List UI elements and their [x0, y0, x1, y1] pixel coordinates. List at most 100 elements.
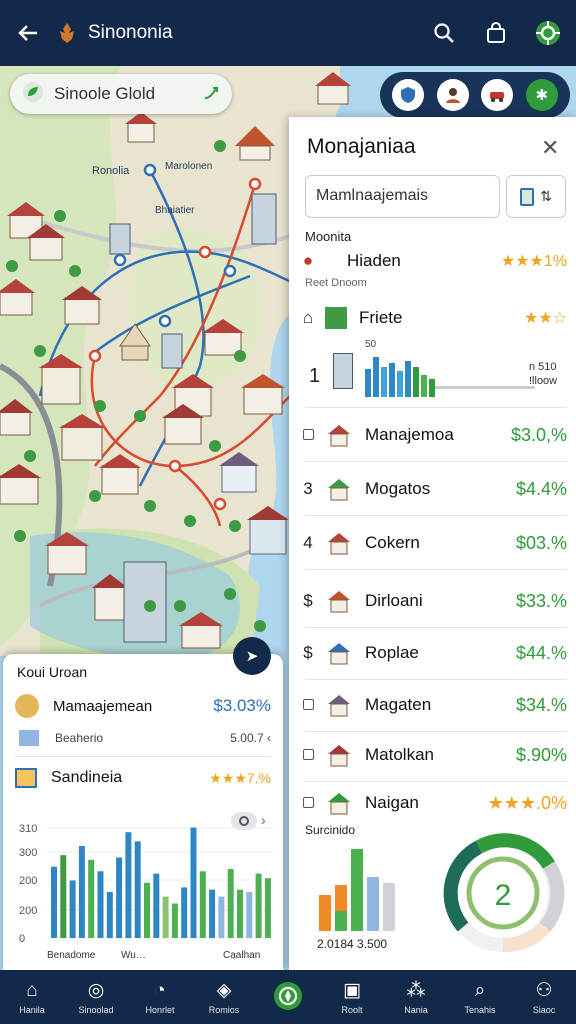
summary-bar-chart: [319, 849, 395, 931]
row-rank: [299, 745, 317, 765]
nav-item[interactable]: ⌕ Tenahis: [450, 979, 510, 1015]
route-icon[interactable]: [202, 83, 220, 106]
filter-icon: [520, 187, 535, 206]
checkbox-icon[interactable]: [302, 429, 314, 440]
chart-note-1: n 510: [529, 361, 557, 373]
row-thumbnail-icon: [325, 741, 353, 769]
settings-icon[interactable]: [532, 17, 564, 49]
chart-bar: [209, 889, 216, 938]
gauge-chart: 2: [443, 833, 565, 953]
checkbox-icon[interactable]: [302, 749, 314, 760]
row-thumbnail-icon: [325, 475, 353, 503]
row-thumbnail-icon: [325, 587, 353, 615]
vehicle-icon[interactable]: [481, 79, 514, 111]
profile-icon: ⚇: [535, 980, 553, 1001]
chart-bar: [134, 841, 141, 938]
shield-icon[interactable]: [392, 79, 425, 111]
row-name: Roplae: [365, 643, 419, 662]
row-name: Manajemoa: [365, 425, 454, 444]
mini-chart: 1 50 n 510 !lloow: [305, 339, 567, 401]
checkbox-icon[interactable]: [302, 797, 314, 808]
map-locate-button[interactable]: ➤: [233, 637, 271, 675]
y-tick-label: 300: [19, 847, 37, 859]
chart-bar: [246, 892, 253, 938]
app-logo-icon: [54, 17, 80, 49]
details-panel: Monajaniaa ✕ Mamlnaajemais ⇅ Moonita ● H…: [289, 117, 576, 970]
row-value: ★★★.0%: [487, 792, 567, 813]
nav-item[interactable]: ⁂ Nania: [386, 979, 446, 1015]
ranking-row[interactable]: Naigan ★★★.0%: [299, 781, 567, 825]
ranking-row[interactable]: 4 Cokern $03.%: [299, 521, 567, 565]
profile-avatar-icon[interactable]: [436, 79, 469, 111]
nav-item[interactable]: ◎ Sinoolad: [66, 979, 126, 1015]
ranking-row[interactable]: Manajemoa $3.0,%: [299, 413, 567, 457]
nav-item[interactable]: ▣ Roolt: [322, 979, 382, 1015]
card-row-name: Beaherio: [55, 731, 104, 745]
card-row[interactable]: Mamaajemean $3.03%: [15, 692, 271, 720]
row-rank: [299, 425, 317, 445]
leaf-icon: [22, 81, 44, 108]
card-row-value: $3.03%: [213, 696, 271, 715]
panel-search-input[interactable]: Mamlnaajemais: [305, 175, 500, 218]
chart-bar: [116, 857, 123, 938]
bag-icon[interactable]: [480, 17, 512, 49]
nav-item[interactable]: ⚇ Siaoc: [514, 979, 574, 1015]
nav-item[interactable]: ◔ Honrlet: [130, 979, 190, 1015]
nav-item[interactable]: ⌂ Hanila: [2, 979, 62, 1015]
ranking-row[interactable]: $ Dirloani $33.%: [299, 579, 567, 623]
map-label-3: Bhaiatier: [155, 205, 195, 216]
card-row[interactable]: Beaherio 5.00.7 ‹: [15, 726, 271, 750]
chart-bar: [218, 896, 225, 938]
ranking-row[interactable]: Matolkan $.90%: [299, 733, 567, 777]
y-tick-label: 200: [19, 905, 37, 917]
nav-item[interactable]: [258, 981, 318, 1013]
x-tick-label: Wu…: [121, 950, 146, 961]
card-title: Koui Uroan: [17, 664, 88, 680]
row-value: $3.0,%: [510, 424, 567, 445]
featured-row[interactable]: ● Hiaden ★★★1%: [299, 247, 567, 275]
summary-caption: 2.0184 3.500: [317, 937, 388, 951]
card-row[interactable]: Sandineia ★★★7.%: [15, 764, 271, 792]
ranking-row[interactable]: $ Roplae $44.%: [299, 631, 567, 675]
row-name: Cokern: [365, 533, 420, 552]
row-thumbnail-icon: [325, 789, 353, 817]
row-value: $4.4%: [515, 478, 567, 499]
chart-bar: [78, 846, 85, 938]
mini-bar: [389, 363, 395, 397]
sub-label: Reet Dnoom: [305, 277, 367, 289]
row-name: Magaten: [365, 695, 432, 714]
x-tick-label: Benadome: [47, 950, 96, 961]
search-icon: ⌕: [474, 980, 486, 1001]
chart-rank: 1: [309, 365, 321, 387]
mini-bar: [405, 361, 411, 397]
map-search-pill[interactable]: Sinoole Glold: [10, 74, 232, 114]
mini-bar: [365, 369, 371, 397]
row-rank: 4: [303, 533, 313, 552]
featured-row[interactable]: ⌂ Friete ★★☆: [299, 303, 567, 333]
close-icon[interactable]: ✕: [541, 135, 559, 161]
row-value: $03.%: [515, 532, 567, 553]
star-action-icon[interactable]: ✱: [525, 79, 558, 111]
mini-bar: [421, 375, 427, 397]
search-icon[interactable]: [428, 17, 460, 49]
nav-item[interactable]: ◈ Romios: [194, 979, 254, 1015]
app-root: Sinononia Ronolia Marolonen Bhaiatier Si…: [0, 0, 576, 1024]
x-tick-label: Caalhan: [223, 950, 260, 961]
row-name: Mogatos: [365, 479, 431, 498]
ranking-row[interactable]: 3 Mogatos $4.4%: [299, 467, 567, 511]
gauge-value: 2: [495, 879, 512, 912]
ranking-row[interactable]: Magaten $34.%: [299, 683, 567, 727]
filter-button[interactable]: ⇅: [506, 175, 566, 218]
divider: [305, 407, 567, 408]
lantern-icon: ●: [302, 251, 314, 270]
y-tick-label: 200: [19, 875, 37, 887]
chart-bar: [190, 827, 197, 938]
checkbox-icon[interactable]: [302, 699, 314, 710]
back-arrow-icon[interactable]: [12, 17, 44, 49]
featured-name: Hiaden: [347, 251, 401, 270]
divider: [305, 461, 567, 462]
chart-bar: [51, 866, 57, 938]
circle-icon: ◎: [87, 980, 105, 1001]
row-rank: [299, 695, 317, 715]
card-row-name: Mamaajemean: [53, 697, 153, 715]
